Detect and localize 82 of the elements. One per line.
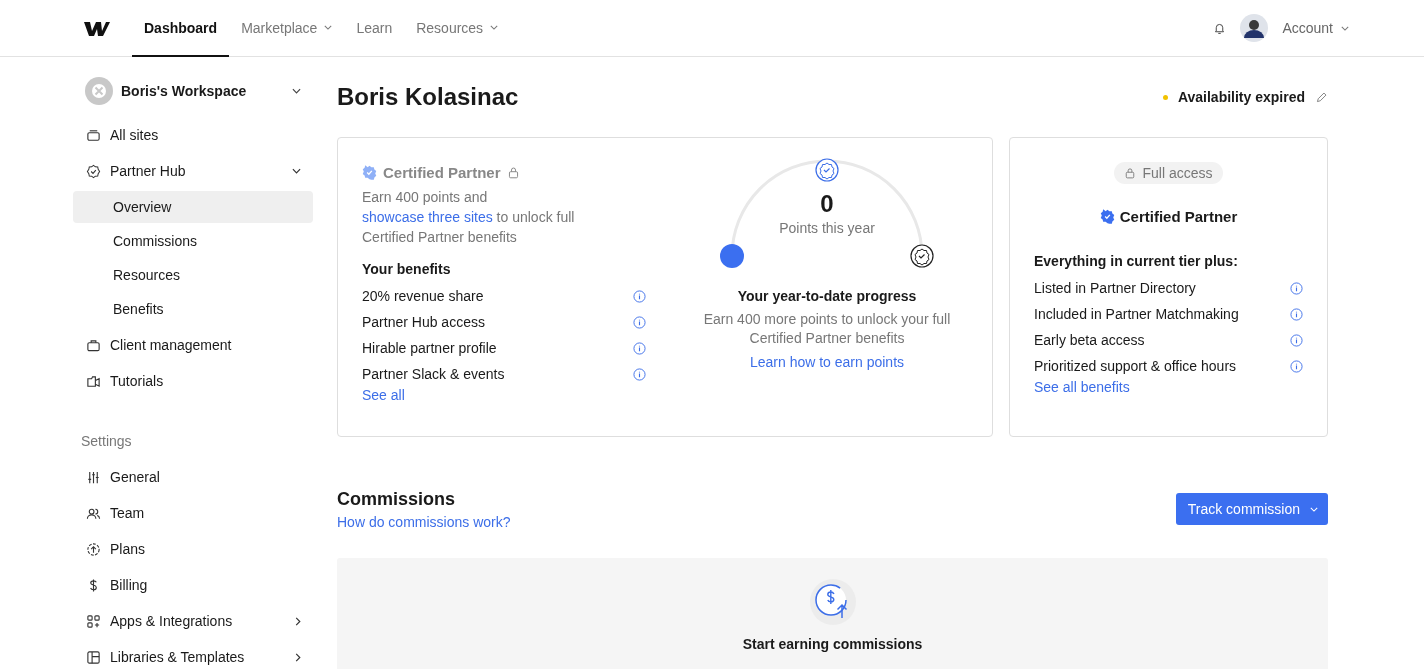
briefcase-icon: [86, 337, 101, 353]
browser-window-icon: [86, 127, 101, 143]
availability-status: Availability expired: [1177, 89, 1305, 105]
sidebar-subitem[interactable]: Benefits: [73, 293, 313, 325]
info-icon[interactable]: [1290, 307, 1303, 321]
benefit-text: Partner Slack & events: [362, 366, 505, 382]
info-icon[interactable]: [633, 341, 646, 355]
earn-points-link[interactable]: Learn how to earn points: [749, 354, 905, 370]
bell-icon[interactable]: [1213, 21, 1227, 35]
info-icon[interactable]: [633, 289, 646, 303]
nav-tab[interactable]: Resources: [404, 0, 511, 57]
section-title: Commissions: [337, 489, 457, 510]
nav-tab[interactable]: Learn: [344, 0, 405, 57]
benefit-text: Listed in Partner Directory: [1034, 280, 1196, 296]
chevron-right-icon[interactable]: [295, 616, 301, 626]
tier-description: Earn 400 points and showcase three sites to unlock full Certified Partner benefits: [362, 188, 576, 247]
sidebar-item[interactable]: Partner Hub: [110, 163, 283, 179]
sidebar-subitem[interactable]: Resources: [73, 259, 313, 291]
logo-icon[interactable]: [84, 20, 110, 36]
nav-tab[interactable]: Dashboard: [132, 0, 230, 57]
progress-heading: Your year-to-date progress: [737, 288, 917, 304]
sidebar-item[interactable]: Team: [110, 505, 301, 521]
sidebar-item[interactable]: Tutorials: [110, 373, 301, 389]
benefit-text: Early beta access: [1034, 332, 1145, 348]
page-title: Boris Kolasinac: [337, 83, 519, 111]
points-value: 0: [819, 190, 835, 218]
badge-check-icon: [362, 165, 377, 180]
caret-icon: [1341, 25, 1349, 31]
benefit-text: Included in Partner Matchmaking: [1034, 306, 1239, 322]
sliders-icon: [86, 469, 101, 485]
info-icon[interactable]: [1290, 281, 1303, 295]
apps-grid-icon: [86, 613, 101, 629]
chevron-icon[interactable]: [292, 168, 301, 174]
arrow-up-circle-icon: [86, 541, 101, 557]
info-icon[interactable]: [633, 367, 646, 381]
tier-title: Certified Partner: [383, 164, 501, 181]
nav-tab[interactable]: Marketplace: [229, 0, 345, 57]
sidebar-item[interactable]: Plans: [110, 541, 301, 557]
sidebar-item[interactable]: General: [110, 469, 301, 485]
badge-check-icon: [86, 163, 101, 179]
benefit-text: Prioritized support & office hours: [1034, 358, 1237, 374]
caret-icon: [1310, 506, 1318, 512]
points-label: Points this year: [778, 220, 876, 236]
benefit-text: Hirable partner profile: [362, 340, 497, 356]
avatar-icon[interactable]: [1240, 14, 1269, 42]
video-camera-icon: [86, 373, 101, 389]
see-all-link[interactable]: See all: [362, 387, 405, 403]
access-badge: Full access: [1114, 162, 1223, 184]
benefit-text: Partner Hub access: [362, 314, 485, 330]
dollar-upload-icon: [808, 578, 857, 626]
edit-icon[interactable]: [1315, 90, 1328, 104]
sidebar-item[interactable]: All sites: [110, 127, 301, 143]
track-commission-button[interactable]: Track commission: [1175, 493, 1328, 525]
info-icon[interactable]: [1290, 359, 1303, 373]
see-all-benefits-link[interactable]: See all benefits: [1034, 379, 1303, 395]
section-heading: Settings: [80, 433, 133, 449]
workspace-avatar-icon[interactable]: [85, 77, 113, 105]
sidebar-subitem[interactable]: Overview: [73, 191, 313, 223]
benefit-text: 20% revenue share: [362, 288, 484, 304]
badge-check-icon: [1099, 209, 1115, 224]
caret-icon: [490, 25, 499, 30]
sidebar-item[interactable]: Libraries & Templates: [110, 649, 286, 665]
chevron-down-icon[interactable]: [292, 88, 301, 94]
sidebar-item[interactable]: Client management: [110, 337, 301, 353]
status-dot-icon: [1162, 94, 1168, 100]
help-link[interactable]: How do commissions work?: [337, 514, 511, 530]
layout-icon: [86, 649, 101, 665]
info-icon[interactable]: [633, 315, 646, 329]
account-menu[interactable]: Account: [1282, 20, 1349, 36]
sidebar-item[interactable]: Apps & Integrations: [110, 613, 286, 629]
workspace-name[interactable]: Boris's Workspace: [121, 83, 284, 99]
sidebar-item[interactable]: Billing: [110, 577, 301, 593]
showcase-link[interactable]: showcase three sites: [362, 209, 493, 225]
caret-icon: [324, 25, 333, 30]
tier-title: Certified Partner: [1119, 208, 1238, 225]
info-icon[interactable]: [1290, 333, 1303, 347]
sidebar-subitem[interactable]: Commissions: [73, 225, 313, 257]
benefits-heading: Everything in current tier plus:: [1034, 253, 1239, 269]
benefits-heading: Your benefits: [362, 261, 452, 277]
chevron-right-icon[interactable]: [295, 652, 301, 662]
progress-text: Earn 400 more points to unlock your full Certified Partner benefits: [702, 310, 952, 348]
empty-state-title: Start earning commissions: [742, 636, 923, 652]
